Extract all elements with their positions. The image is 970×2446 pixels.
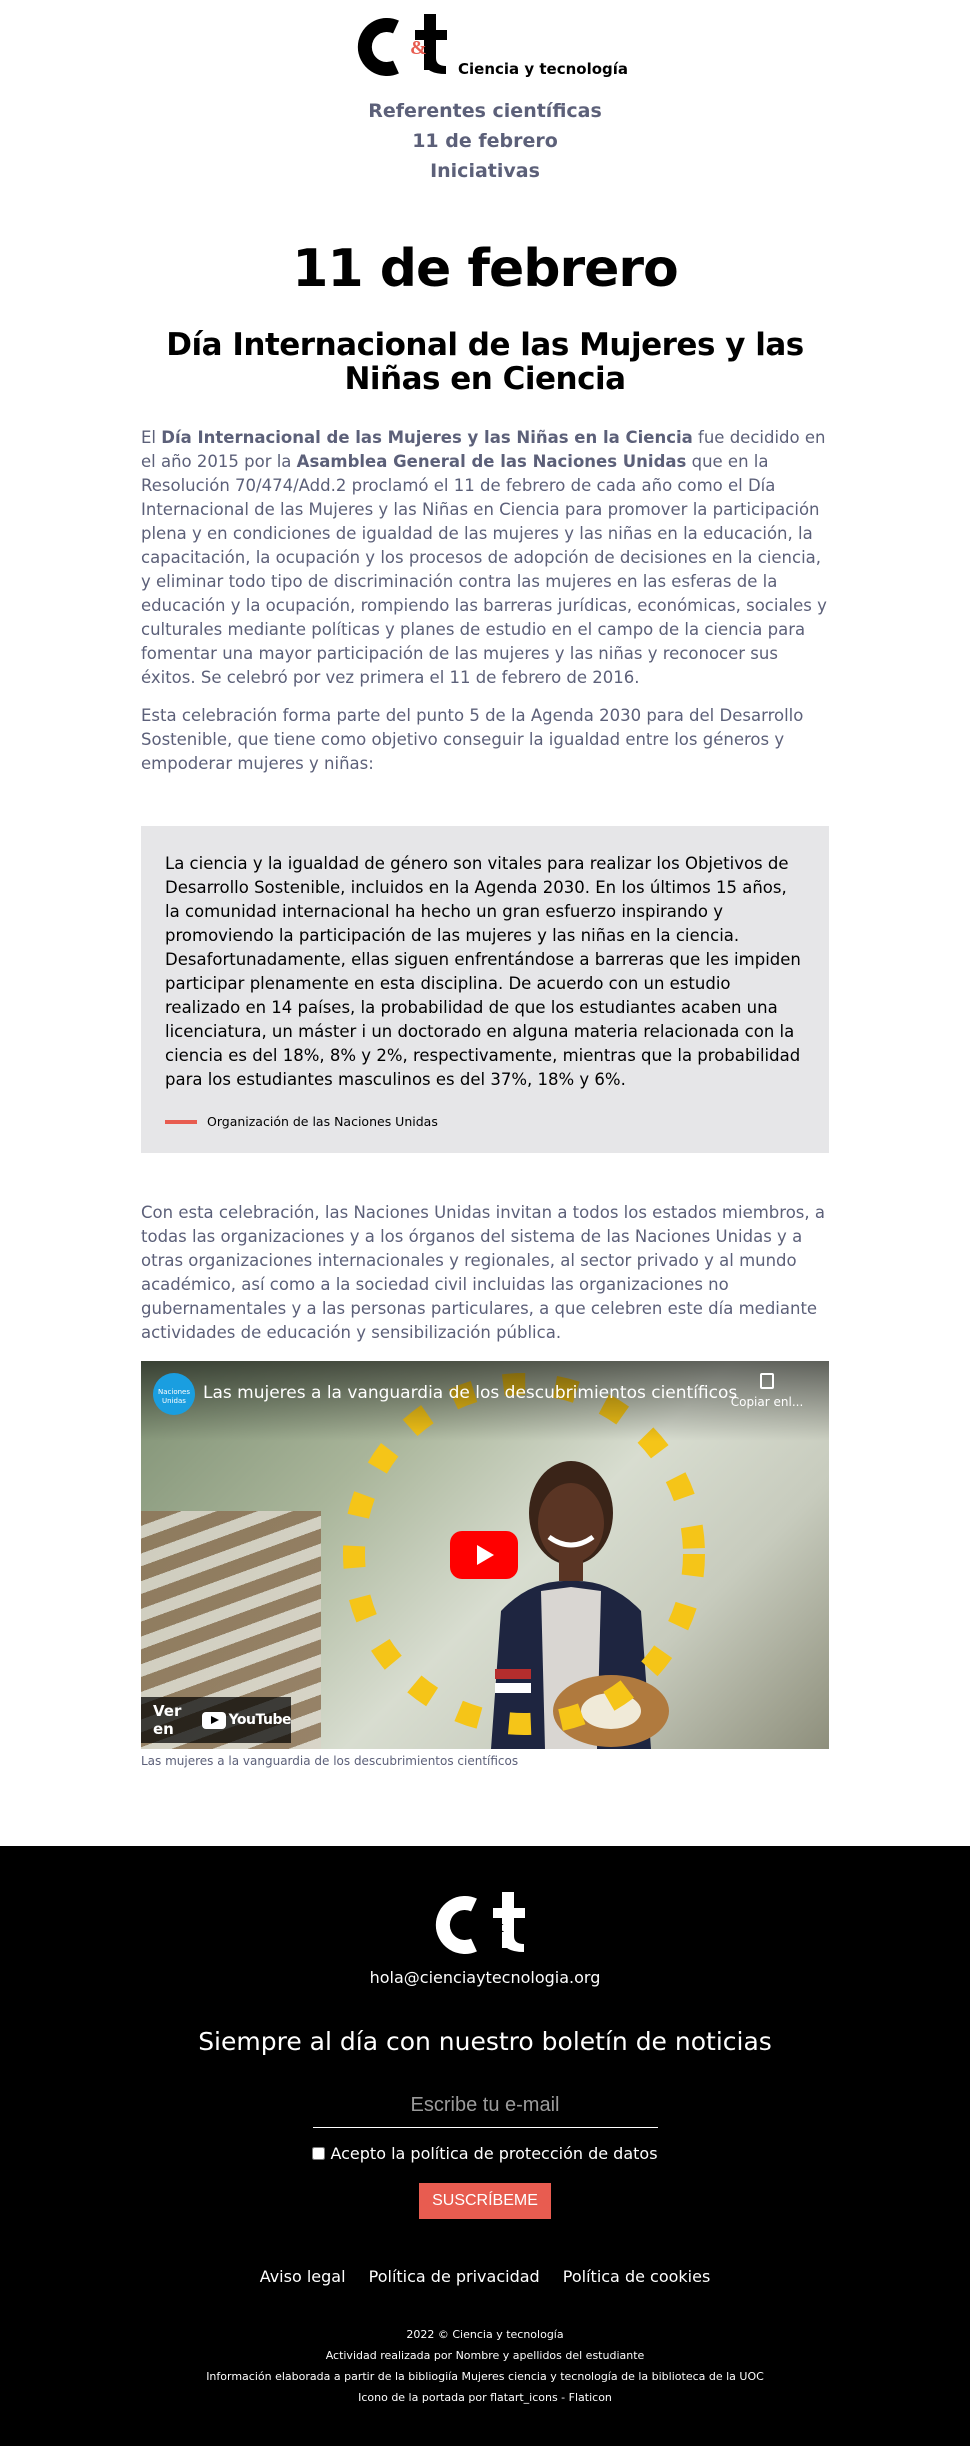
citation-line <box>165 1119 197 1124</box>
page-title: 11 de febrero <box>292 239 678 299</box>
intro-bold-1: Día Internacional de las Mujeres y las N… <box>161 428 693 447</box>
intro-text-3: que en la Resolución 70/474/Add.2 procla… <box>141 452 827 687</box>
video-embed[interactable]: Naciones Unidas Las mujeres a la vanguar… <box>141 1361 829 1749</box>
logo-suffix: Ciencia y tecnología <box>458 60 629 78</box>
quote-text: La ciencia y la igualdad de género son v… <box>165 854 801 1089</box>
quote-citation: Organización de las Naciones Unidas <box>165 1114 805 1129</box>
legal-links: Aviso legal Política de privacidad Polít… <box>0 2267 970 2286</box>
nav-item-referentes[interactable]: Referentes científicas <box>0 96 970 126</box>
legal-notice-link[interactable]: Aviso legal <box>260 2267 346 2286</box>
ampersand: & <box>410 37 427 59</box>
watch-on-label: Ver en <box>153 1702 182 1738</box>
cookie-policy-link[interactable]: Política de cookies <box>563 2267 711 2286</box>
play-icon <box>477 1545 494 1565</box>
un-channel-logo[interactable]: Naciones Unidas <box>153 1373 195 1415</box>
privacy-checkbox[interactable] <box>312 2147 326 2160</box>
privacy-policy-link[interactable]: Política de privacidad <box>369 2267 540 2286</box>
privacy-consent[interactable]: Acepto la política de protección de dato… <box>0 2144 970 2163</box>
agenda-paragraph: Esta celebración forma parte del punto 5… <box>141 706 804 773</box>
youtube-play-icon <box>201 1711 226 1729</box>
nav-item-11-febrero[interactable]: 11 de febrero <box>0 126 970 156</box>
watch-on-youtube-button[interactable]: Ver en YouTube <box>141 1697 292 1743</box>
copy-link-label: Copiar enl... <box>730 1395 804 1409</box>
video-title[interactable]: Las mujeres a la vanguardia de los descu… <box>203 1383 737 1403</box>
site-header: & Ciencia y tecnología Referentes cientí… <box>0 0 970 200</box>
main-content: 11 de febrero Día Internacional de las M… <box>141 238 829 1768</box>
intro-paragraph: El Día Internacional de las Mujeres y la… <box>141 426 829 690</box>
play-button[interactable] <box>450 1531 518 1579</box>
newsletter-title: Siempre al día con nuestro boletín de no… <box>198 2027 772 2056</box>
ct-logo[interactable]: & <box>352 12 462 82</box>
author-credit: Actividad realizada por Nombre y apellid… <box>325 2349 645 2362</box>
intro-bold-2: Asamblea General de las Naciones Unidas <box>296 452 687 471</box>
invitation-paragraph: Con esta celebración, las Naciones Unida… <box>141 1203 825 1342</box>
footer-credits: 2022 © Ciencia y tecnología Actividad re… <box>0 2324 970 2408</box>
copy-icon <box>760 1373 774 1389</box>
footer-ct-logo[interactable]: & <box>430 1890 540 1960</box>
privacy-consent-label: Acepto la política de protección de dato… <box>330 2144 658 2163</box>
citation-source: Organización de las Naciones Unidas <box>207 1114 438 1129</box>
copyright: 2022 © Ciencia y tecnología <box>406 2328 564 2341</box>
youtube-logo-icon: YouTube <box>201 1711 292 1729</box>
page-subtitle: Día Internacional de las Mujeres y las N… <box>166 327 804 397</box>
main-nav: Referentes científicas 11 de febrero Ini… <box>0 96 970 186</box>
icon-credit: Icono de la portada por flatart_icons - … <box>358 2391 612 2404</box>
contact-email[interactable]: hola@cienciaytecnologia.org <box>0 1968 970 1987</box>
footer-ampersand: & <box>488 1915 505 1937</box>
site-footer: & hola@cienciaytecnologia.org Siempre al… <box>0 1846 970 2446</box>
source-credit: Información elaborada a partir de la bib… <box>206 2370 764 2383</box>
intro-text-1: El <box>141 428 162 447</box>
un-quote: La ciencia y la igualdad de género son v… <box>141 826 829 1153</box>
newsletter-email-input[interactable] <box>312 2094 658 2128</box>
nav-item-iniciativas[interactable]: Iniciativas <box>0 156 970 186</box>
video-caption: Las mujeres a la vanguardia de los descu… <box>141 1754 519 1768</box>
youtube-label: YouTube <box>228 1712 292 1728</box>
subscribe-button[interactable]: SUSCRÍBEME <box>419 2183 551 2219</box>
copy-link-button[interactable]: Copiar enl... <box>725 1373 809 1409</box>
